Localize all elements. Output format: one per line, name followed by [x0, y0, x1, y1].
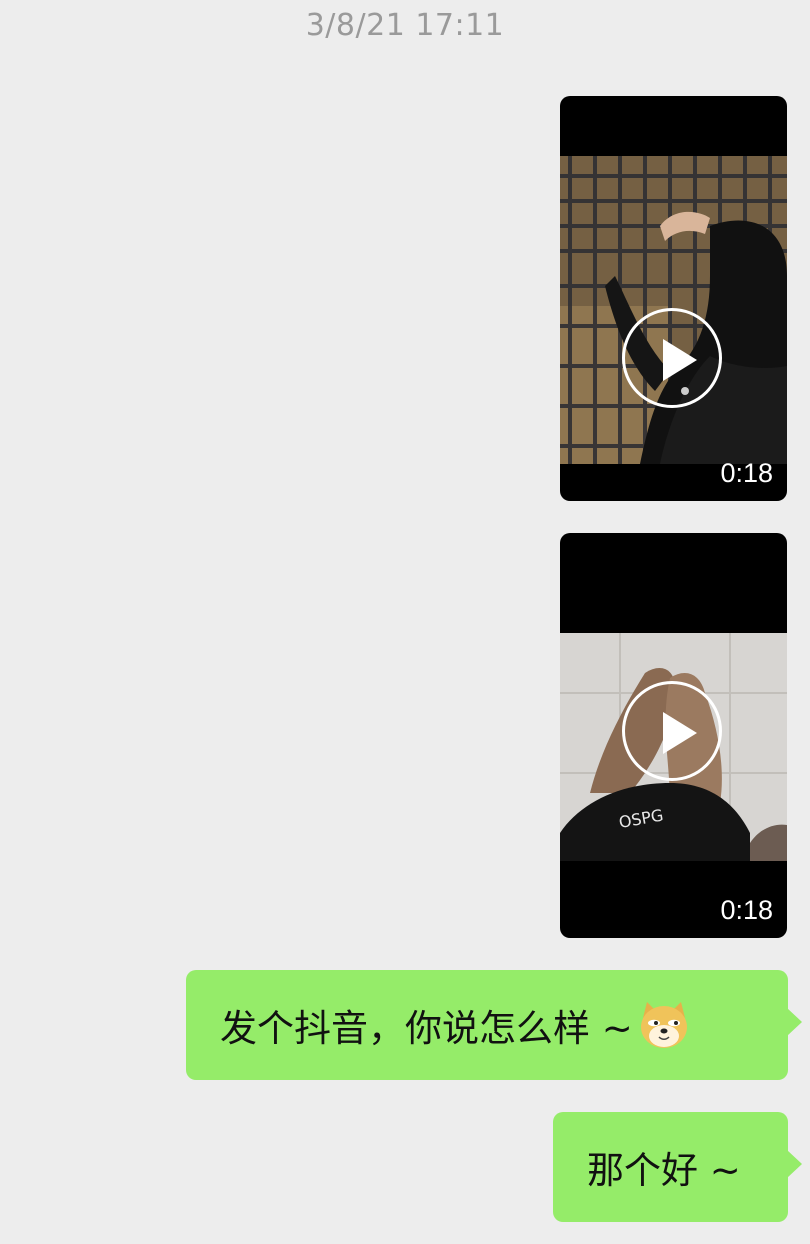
play-button-1[interactable]	[622, 308, 722, 408]
video-duration-2: 0:18	[720, 895, 773, 925]
chat-bubble-message-3[interactable]: 发个抖音，你说怎么样 ~	[186, 970, 802, 1080]
message-text: 那个好 ~	[587, 1149, 741, 1192]
play-button-2[interactable]	[622, 681, 722, 781]
video-duration-1: 0:18	[720, 458, 773, 488]
video-thumbnail-1	[560, 156, 787, 464]
chat-timestamp: 3/8/21 17:11	[305, 8, 505, 43]
chat-bubble-message-4[interactable]: 那个好 ~	[553, 1112, 802, 1222]
play-icon	[663, 339, 697, 381]
video-thumbnail-2: OSPG	[560, 633, 787, 861]
video-message-1[interactable]: 0:18	[560, 96, 787, 501]
doge-emoji-icon	[640, 1002, 687, 1048]
message-text: 发个抖音，你说怎么样 ~	[220, 1007, 633, 1050]
play-icon	[663, 712, 697, 754]
video-message-2[interactable]: OSPG 0:18	[560, 533, 787, 938]
